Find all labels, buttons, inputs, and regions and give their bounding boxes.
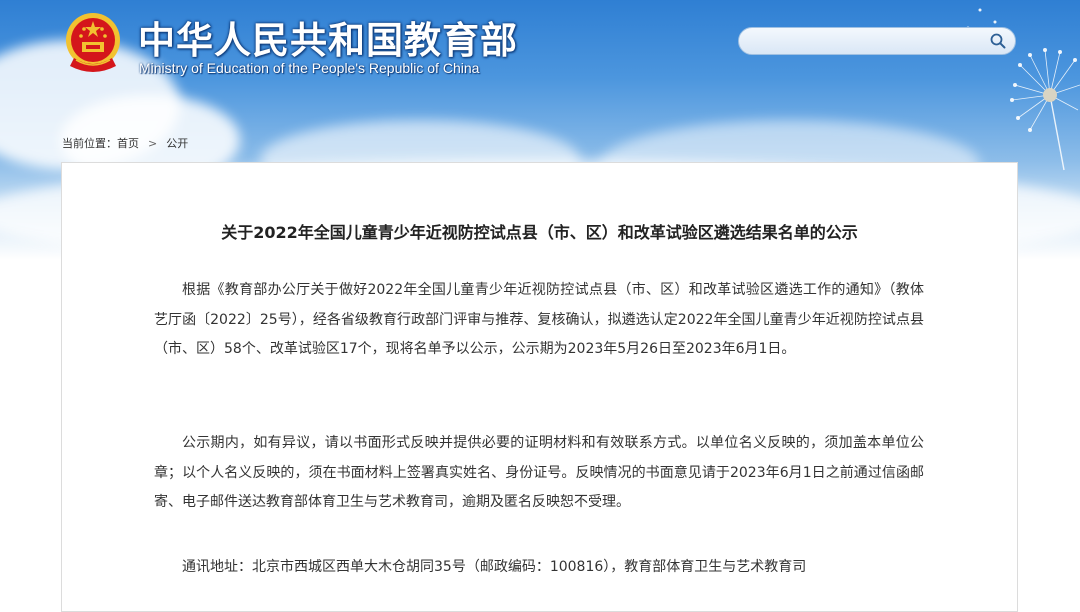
breadcrumb-prefix: 当前位置： xyxy=(62,137,117,150)
breadcrumb-separator: > xyxy=(148,137,158,150)
national-emblem-icon xyxy=(66,13,120,72)
breadcrumb-public-link[interactable]: 公开 xyxy=(166,137,188,150)
breadcrumb-home-link[interactable]: 首页 xyxy=(117,137,139,150)
breadcrumb: 当前位置：首页 > 公开 xyxy=(62,135,188,151)
article-paragraph: 公示期内，如有异议，请以书面形式反映并提供必要的证明材料和有效联系方式。以单位名… xyxy=(154,435,924,510)
article-paragraph: 通讯地址：北京市西城区西单大木仓胡同35号（邮政编码：100816），教育部体育… xyxy=(182,559,807,575)
article-panel: 关于2022年全国儿童青少年近视防控试点县（市、区）和改革试验区遴选结果名单的公… xyxy=(61,162,1018,612)
article-paragraph: 根据《教育部办公厅关于做好2022年全国儿童青少年近视防控试点县（市、区）和改革… xyxy=(154,282,924,357)
search-icon[interactable] xyxy=(989,32,1007,50)
search-box[interactable] xyxy=(738,27,1016,55)
article-title: 关于2022年全国儿童青少年近视防控试点县（市、区）和改革试验区遴选结果名单的公… xyxy=(221,223,858,242)
site-subtitle: Ministry of Education of the People's Re… xyxy=(139,60,480,76)
site-title: 中华人民共和国教育部 xyxy=(138,19,518,62)
search-input[interactable] xyxy=(751,31,985,53)
